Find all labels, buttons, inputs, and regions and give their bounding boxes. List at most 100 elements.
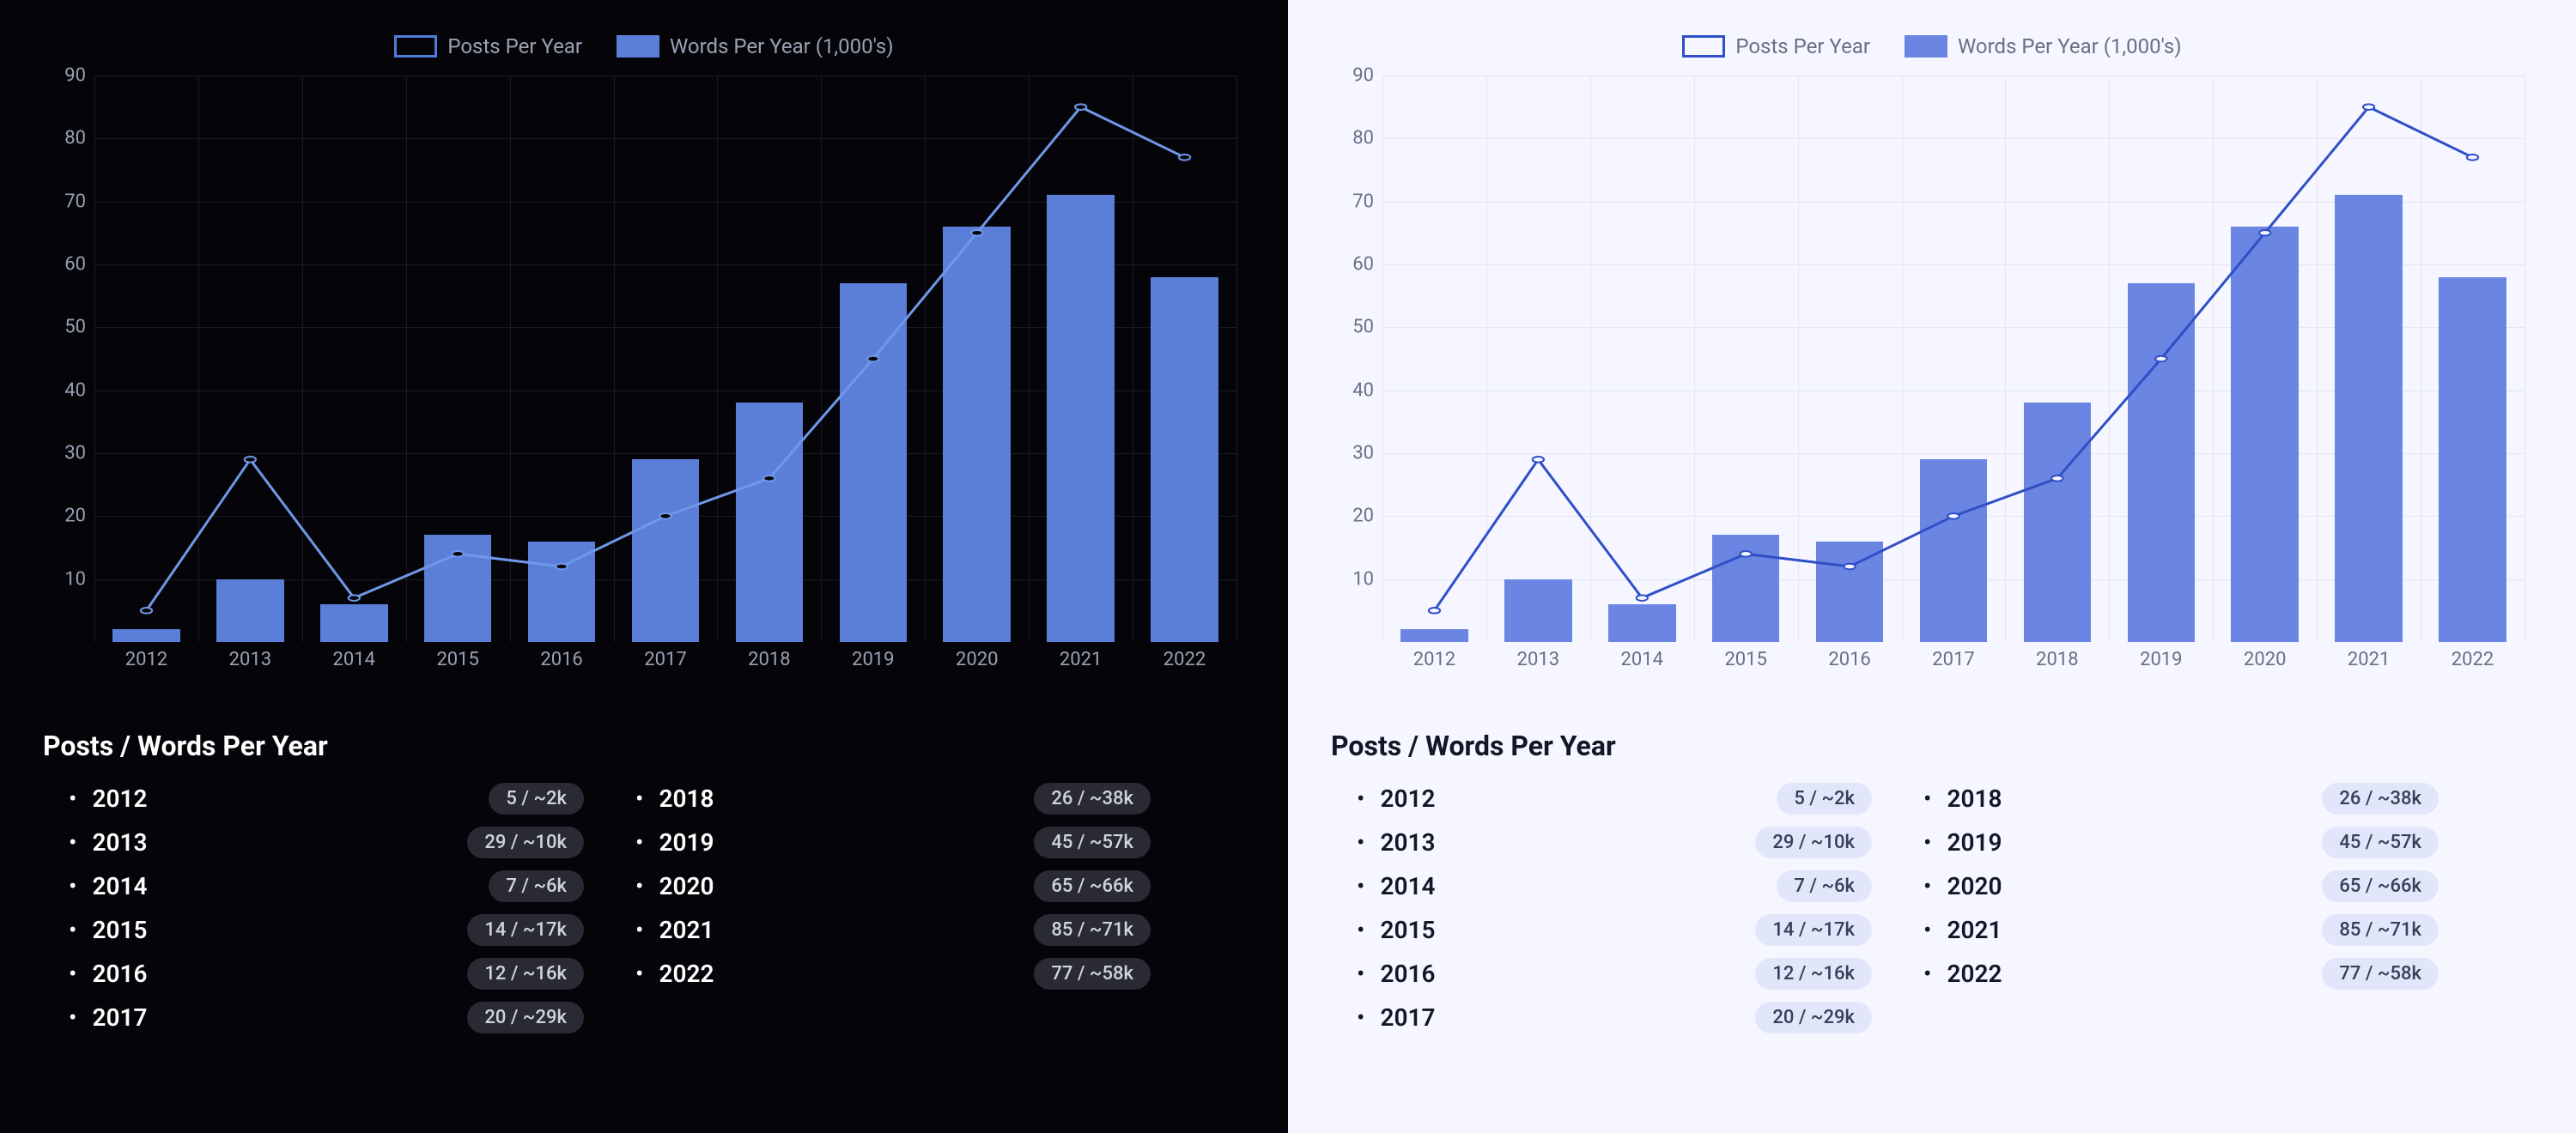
y-tick: 10	[64, 568, 86, 590]
plot-light: 102030405060708090 201220132014201520162…	[1322, 76, 2542, 676]
chart-dark: Posts Per Year Words Per Year (1,000's) …	[34, 34, 1254, 704]
data-row: 201826 / ~38k	[635, 783, 1151, 815]
data-row: 201826 / ~38k	[1923, 783, 2439, 815]
line-svg	[1382, 76, 2524, 642]
line-svg	[94, 76, 1236, 642]
data-badge: 20 / ~29k	[467, 1002, 584, 1033]
legend: Posts Per Year Words Per Year (1,000's)	[34, 34, 1254, 58]
x-tick: 2014	[333, 649, 375, 670]
data-year: 2015	[1380, 916, 1483, 944]
data-year: 2013	[1380, 828, 1483, 857]
x-axis: 2012201320142015201620172018201920202021…	[1382, 642, 2524, 676]
x-tick: 2018	[748, 649, 790, 670]
gridline-v	[2524, 76, 2525, 642]
data-badge: 45 / ~57k	[1034, 827, 1151, 858]
line-path	[146, 107, 1184, 611]
line-point	[245, 457, 256, 463]
legend: Posts Per Year Words Per Year (1,000's)	[1322, 34, 2542, 58]
data-badge: 20 / ~29k	[1755, 1002, 1872, 1033]
x-tick: 2020	[2244, 649, 2286, 670]
data-badge: 77 / ~58k	[2322, 958, 2439, 990]
data-year: 2012	[92, 785, 195, 813]
data-year: 2014	[1380, 872, 1483, 900]
data-row: 202277 / ~58k	[1923, 958, 2439, 990]
data-badge: 45 / ~57k	[2322, 827, 2439, 858]
plot-dark: 102030405060708090 201220132014201520162…	[34, 76, 1254, 676]
y-tick: 70	[1352, 191, 1374, 212]
legend-label-bar: Words Per Year (1,000's)	[1958, 34, 2182, 58]
data-badge: 29 / ~10k	[467, 827, 584, 858]
data-badge: 5 / ~2k	[1777, 783, 1872, 815]
data-badge: 85 / ~71k	[2322, 914, 2439, 946]
light-panel: Posts Per Year Words Per Year (1,000's) …	[1288, 0, 2576, 1133]
legend-item-bar: Words Per Year (1,000's)	[617, 34, 894, 58]
x-tick: 2021	[1060, 649, 1102, 670]
line-point	[2363, 104, 2374, 110]
data-row: 2021 85 / ~71k	[635, 914, 1151, 946]
x-tick: 2012	[125, 649, 167, 670]
line-point	[2051, 476, 2063, 482]
x-tick: 2017	[1932, 649, 1974, 670]
data-row: 2013 29 / ~10k	[69, 827, 584, 858]
data-list: 20125 / ~2k201329 / ~10k20147 / ~6k20151…	[1357, 783, 2542, 1045]
data-badge: 14 / ~17k	[1755, 914, 1872, 946]
data-year: 2021	[659, 916, 762, 944]
data-year: 2016	[1380, 960, 1483, 988]
line-point	[141, 608, 152, 614]
y-tick: 10	[1352, 568, 1374, 590]
y-tick: 60	[64, 254, 86, 276]
line-point	[763, 476, 775, 482]
line-point	[1075, 104, 1086, 110]
dark-panel: Posts Per Year Words Per Year (1,000's) …	[0, 0, 1288, 1133]
data-badge: 12 / ~16k	[467, 958, 584, 990]
data-year: 2017	[92, 1003, 195, 1032]
legend-label-bar: Words Per Year (1,000's)	[670, 34, 894, 58]
legend-item-line: Posts Per Year	[394, 34, 582, 58]
section-title: Posts / Words Per Year	[43, 730, 1254, 762]
data-row: 2020 65 / ~66k	[635, 870, 1151, 902]
gridline-v	[1236, 76, 1237, 642]
x-tick: 2020	[956, 649, 998, 670]
y-tick: 60	[1352, 254, 1374, 276]
x-tick: 2019	[852, 649, 894, 670]
data-badge: 85 / ~71k	[1034, 914, 1151, 946]
data-row: 2014 7 / ~6k	[69, 870, 584, 902]
line-point	[1844, 564, 1855, 570]
data-badge: 65 / ~66k	[2322, 870, 2439, 902]
line-point	[349, 595, 360, 601]
data-year: 2018	[1947, 785, 2050, 813]
legend-item-bar: Words Per Year (1,000's)	[1905, 34, 2182, 58]
y-tick: 50	[64, 317, 86, 338]
data-badge: 14 / ~17k	[467, 914, 584, 946]
x-tick: 2017	[644, 649, 686, 670]
data-row: 2017 20 / ~29k	[69, 1002, 584, 1033]
y-tick: 70	[64, 191, 86, 212]
data-row: 202277 / ~58k	[635, 958, 1151, 990]
legend-item-line: Posts Per Year	[1682, 34, 1870, 58]
line-point	[2155, 356, 2166, 362]
x-tick: 2021	[2348, 649, 2390, 670]
legend-swatch-bar	[1905, 35, 1947, 58]
line-point	[867, 356, 878, 362]
data-year: 2014	[92, 872, 195, 900]
line-path	[1434, 107, 2472, 611]
data-year: 2016	[92, 960, 195, 988]
data-badge: 65 / ~66k	[1034, 870, 1151, 902]
data-year: 2019	[1947, 828, 2050, 857]
data-col-1: 20125 / ~2k201329 / ~10k20147 / ~6k20151…	[69, 783, 584, 1045]
data-year: 2015	[92, 916, 195, 944]
data-row: 2015 14 / ~17k	[69, 914, 584, 946]
line-point	[1429, 608, 1440, 614]
legend-swatch-line	[394, 35, 437, 58]
y-tick: 80	[1352, 128, 1374, 149]
data-year: 2021	[1947, 916, 2050, 944]
data-year: 2013	[92, 828, 195, 857]
y-axis: 102030405060708090	[1322, 76, 1382, 642]
y-tick: 90	[1352, 65, 1374, 87]
data-row: 2015 14 / ~17k	[1357, 914, 1872, 946]
data-year: 2020	[659, 872, 762, 900]
data-year: 2022	[659, 960, 762, 988]
x-tick: 2016	[1828, 649, 1870, 670]
data-badge: 7 / ~6k	[489, 870, 584, 902]
legend-label-line: Posts Per Year	[447, 34, 582, 58]
